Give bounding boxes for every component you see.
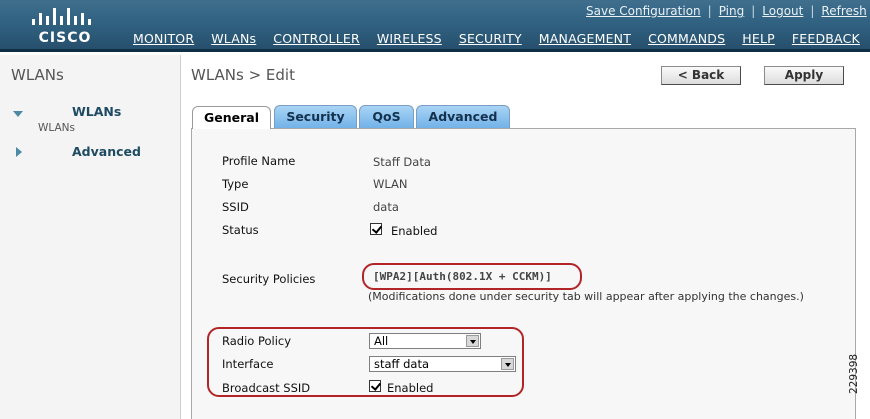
nav-wireless[interactable]: WIRELESS [377,31,442,46]
cisco-logo: CISCO [26,7,104,47]
profile-name-value: Staff Data [373,155,431,169]
broadcast-ssid-enabled-label: Enabled [387,381,434,395]
link-separator: | [707,4,712,18]
sidebar-item-wlans[interactable]: WLANs [72,104,121,119]
tab-general[interactable]: General [192,106,271,129]
profile-name-label: Profile Name [222,154,296,168]
sidebar: WLANs WLANs WLANs Advanced [0,55,181,419]
tab-qos[interactable]: QoS [359,105,414,128]
utility-links: Save Configuration | Ping | Logout | Refresh [586,4,867,18]
back-button[interactable]: < Back [661,66,741,85]
refresh-link[interactable]: Refresh [821,4,866,18]
status-label: Status [222,223,259,237]
radio-policy-label: Radio Policy [222,334,292,348]
security-policies-label: Security Policies [222,272,316,286]
expand-down-icon[interactable] [13,111,23,117]
tab-security[interactable]: Security [274,105,357,128]
nav-help[interactable]: HELP [742,31,775,46]
expand-right-icon[interactable] [16,147,22,157]
chevron-down-icon [501,358,514,370]
logout-link[interactable]: Logout [762,4,803,18]
ssid-value: data [373,200,399,214]
status-checkbox[interactable] [370,223,382,235]
interface-selected-value: staff data [374,357,430,371]
tab-advanced[interactable]: Advanced [416,105,510,128]
type-label: Type [222,177,249,191]
radio-policy-select[interactable]: All [369,333,481,349]
security-policies-value: [WPA2][Auth(802.1X + CCKM)] [373,270,552,283]
status-enabled-label: Enabled [391,224,438,238]
figure-number: 229398 [848,353,860,394]
save-configuration-link[interactable]: Save Configuration [586,4,701,18]
cisco-bridge-icon [32,8,91,25]
sidebar-item-advanced[interactable]: Advanced [72,144,141,159]
link-separator: | [810,4,815,18]
nav-commands[interactable]: COMMANDS [648,31,725,46]
nav-wlans[interactable]: WLANs [211,31,256,46]
nav-monitor[interactable]: MONITOR [133,31,194,46]
nav-management[interactable]: MANAGEMENT [539,31,631,46]
radio-policy-selected-value: All [374,334,389,348]
main-nav: MONITOR WLANs CONTROLLER WIRELESS SECURITY MA… [133,31,870,46]
top-header: CISCO Save Configuration | Ping | Logout | Ref… [0,0,870,52]
apply-button[interactable]: Apply [764,66,844,85]
type-value: WLAN [373,177,408,191]
chevron-down-icon [466,335,479,347]
sidebar-title: WLANs [11,66,64,84]
ssid-label: SSID [222,200,249,214]
interface-label: Interface [222,357,274,371]
broadcast-ssid-checkbox[interactable] [369,380,381,392]
broadcast-ssid-label: Broadcast SSID [222,381,311,395]
page-title: WLANs > Edit [191,66,295,84]
sidebar-subitem-wlans[interactable]: WLANs [38,122,75,134]
nav-controller[interactable]: CONTROLLER [273,31,360,46]
nav-feedback[interactable]: FEEDBACK [792,31,860,46]
nav-security[interactable]: SECURITY [459,31,522,46]
interface-select[interactable]: staff data [369,356,516,372]
ping-link[interactable]: Ping [719,4,745,18]
logo-wordmark: CISCO [38,30,92,46]
link-separator: | [751,4,756,18]
security-policies-note: (Modifications done under security tab w… [368,290,804,303]
